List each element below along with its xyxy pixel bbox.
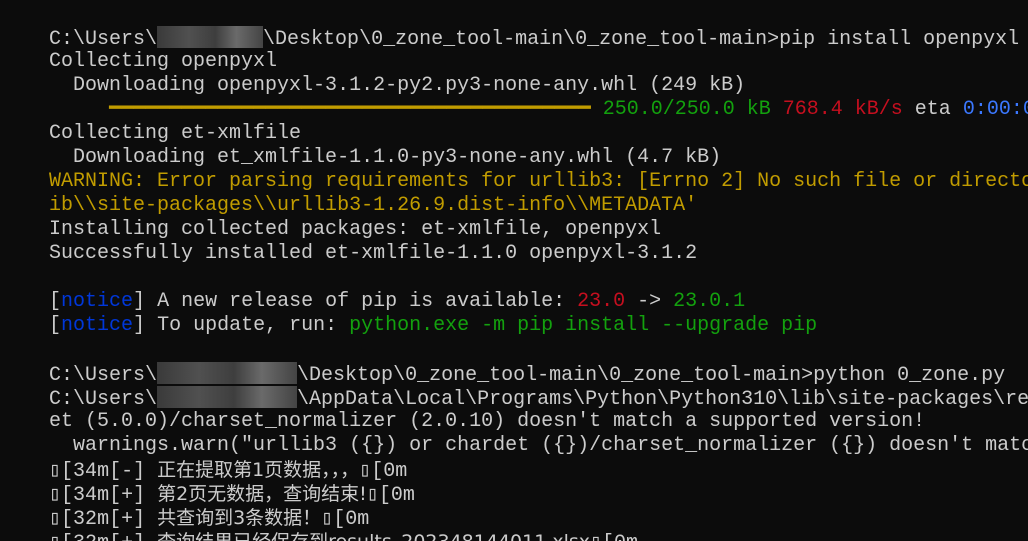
terminal-line-warnings-warn: warnings.warn("urllib3 ({}) or chardet (…	[1, 410, 1028, 457]
progress-size: 250.0/250.0 kB	[602, 98, 771, 121]
terminal-line-ansi-2: ▯[34m[+] 第2页无数据，查询结束!▯[0m	[1, 458, 415, 507]
terminal-line-version-warning: et (5.0.0)/charset_normalizer (2.0.10) d…	[1, 386, 925, 433]
terminal-line-ansi-1: ▯[34m[-] 正在提取第1页数据，，，▯[0m	[1, 434, 407, 483]
terminal-line-warning-path: ib\\site-packages\\urllib3-1.26.9.dist-i…	[1, 170, 697, 217]
prompt-path-rest: \Desktop\0_zone_tool-main\0_zone_tool-ma…	[263, 28, 1020, 51]
upgrade-command: python.exe -m pip install --upgrade pip	[349, 314, 818, 337]
terminal-line-installing: Installing collected packages: et-xmlfil…	[1, 194, 661, 241]
terminal-line-downloading-openpyxl: Downloading openpyxl-3.1.2-py2.py3-none-…	[1, 50, 745, 97]
terminal-line-warning: WARNING: Error parsing requirements for …	[1, 146, 1028, 193]
terminal-line-collecting-openpyxl: Collecting openpyxl	[1, 26, 277, 73]
terminal-line-notice-release: [notice] A new release of pip is availab…	[1, 266, 745, 313]
progress-eta-label: eta	[914, 98, 951, 121]
output-text: Successfully installed et-xmlfile-1.1.0 …	[49, 242, 698, 265]
notice-tag: notice	[61, 314, 134, 337]
ansi-reset: ▯[0m	[366, 484, 415, 507]
terminal-line-progress: ━━━━━━━━━━━━━━━━━━━━━━━━━━━━━━━━━━━━━━━━…	[1, 74, 1028, 121]
terminal-line-ansi-4: ▯[32m[+] 查询结果已经保存到results_202348144011.x…	[1, 506, 638, 541]
terminal-line-ansi-3: ▯[32m[+] 共查询到3条数据！▯[0m	[1, 482, 369, 531]
progress-eta: 0:00:00	[962, 98, 1028, 121]
status-message: 查询结果已经保存到results_202348144011.xlsx	[157, 531, 590, 541]
notice-text: To update, run:	[145, 314, 350, 337]
terminal-line-downloading-etxml: Downloading et_xmlfile-1.1.0-py3-none-an…	[1, 122, 721, 169]
notice-bracket-close: ]	[133, 314, 146, 337]
ansi-reset: ▯[0m	[590, 532, 638, 541]
terminal-line-notice-update: [notice] To update, run: python.exe -m p…	[1, 290, 817, 337]
terminal-line-prompt-pip: C:\Users\ \Desktop\0_zone_tool-main\0_zon…	[1, 2, 1019, 51]
terminal-window[interactable]: C:\Users\ \Desktop\0_zone_tool-main\0_zon…	[0, 0, 1028, 541]
progress-speed: 768.4 kB/s	[782, 98, 903, 121]
terminal-line-collecting-etxml: Collecting et-xmlfile	[1, 98, 301, 145]
ansi-prefix: ▯[32m[+]	[49, 532, 157, 541]
terminal-line-appdata-path: C:\Users\ \AppData\Local\Programs\Python\…	[1, 362, 1028, 411]
notice-bracket-open: [	[49, 314, 62, 337]
terminal-line-prompt-python: C:\Users\ \Desktop\0_zone_tool-main\0_zon…	[1, 338, 1005, 387]
terminal-line-success: Successfully installed et-xmlfile-1.1.0 …	[1, 218, 697, 265]
